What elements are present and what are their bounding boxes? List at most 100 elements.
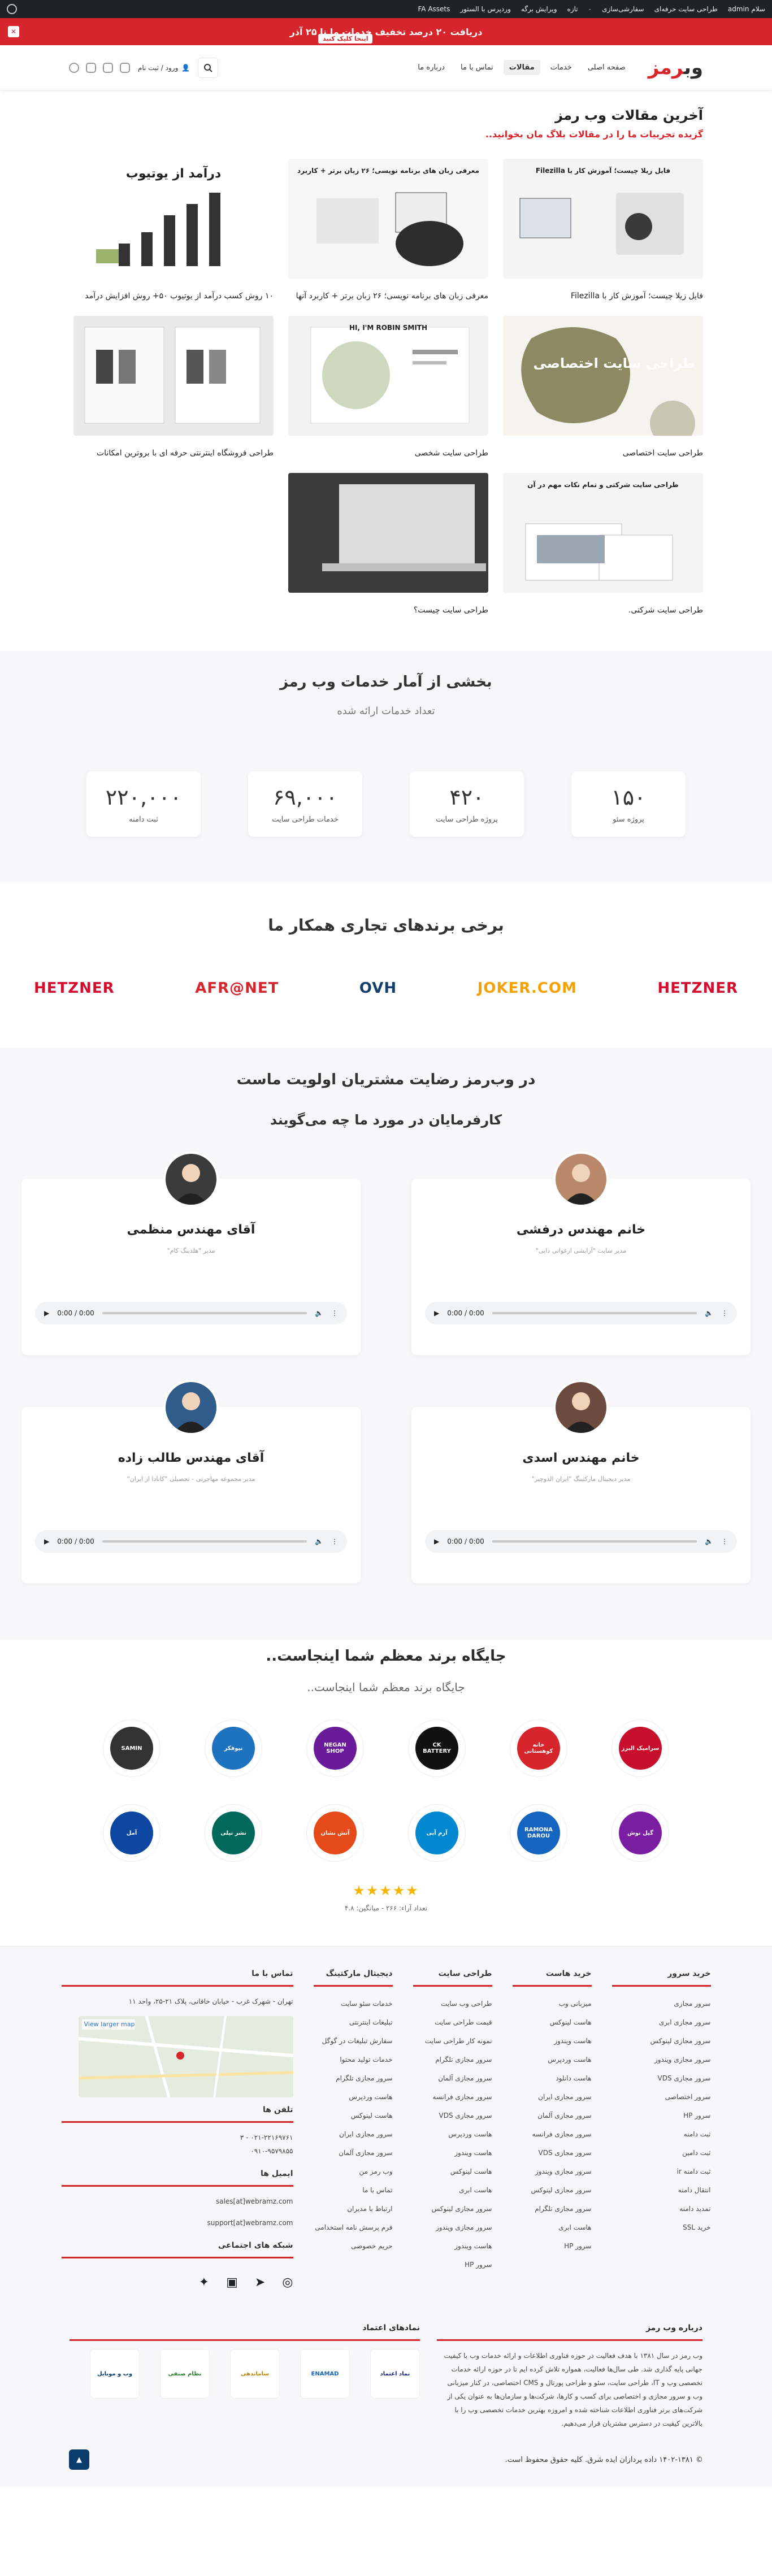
footer-link[interactable]: سرور مجازی ابری xyxy=(612,2013,711,2032)
footer-link[interactable]: هاست ویندوز xyxy=(513,2032,591,2051)
footer-link[interactable]: سرور مجازی فرانسه xyxy=(513,2125,591,2144)
footer-link[interactable]: سفارش تبلیغات در گوگل xyxy=(314,2032,393,2051)
footer-link[interactable]: سرور HP xyxy=(413,2256,492,2274)
article-card[interactable]: HI, I'M ROBIN SMITH طراحی سایت شخصی xyxy=(288,315,488,461)
article-thumbnail[interactable]: درآمد از یوتیوب xyxy=(73,159,274,279)
client-logo[interactable]: خانه کوهستانی xyxy=(510,1720,567,1776)
client-logo[interactable]: NEGAN SHOP xyxy=(307,1720,363,1776)
audio-progress-bar[interactable] xyxy=(102,1540,307,1543)
footer-link[interactable]: هاست وردپرس xyxy=(513,2051,591,2069)
brand-logo[interactable]: HETZNER xyxy=(34,980,115,997)
footer-link[interactable]: هاست لینوکس xyxy=(314,2106,393,2125)
footer-link[interactable]: تماس با ما xyxy=(314,2181,392,2200)
article-title[interactable]: طراحی فروشگاه اینترنتی حرفه ای با بروتری… xyxy=(73,447,274,461)
footer-link[interactable]: خرید SSL xyxy=(612,2218,710,2237)
footer-link[interactable]: سرور اختصاصی xyxy=(612,2088,711,2106)
article-thumbnail[interactable]: طراحی سایت اختصاصی xyxy=(503,315,703,436)
client-logo[interactable]: آرم آبی xyxy=(409,1805,465,1861)
brand-logo[interactable]: HETZNER xyxy=(657,980,738,997)
audio-progress-bar[interactable] xyxy=(492,1312,697,1315)
article-title[interactable]: معرفی زبان های برنامه نویسی؛ ۲۶ زبان برت… xyxy=(288,290,488,303)
play-icon[interactable]: ▶ xyxy=(44,1537,49,1545)
footer-link[interactable]: میزبانی وب xyxy=(513,1995,592,2013)
instagram-icon[interactable]: ◎ xyxy=(282,2275,293,2290)
article-card[interactable]: معرفی زبان های برنامه نویسی؛ ۲۶ زبان برت… xyxy=(288,159,488,303)
scroll-top-button[interactable]: ▲ xyxy=(69,2449,89,2470)
footer-link[interactable]: فرم پرسش نامه استخدامی xyxy=(314,2218,392,2237)
email-1[interactable]: sales[at]webramz.com xyxy=(62,2195,293,2208)
footer-link[interactable]: سرور مجازی ویندوز xyxy=(513,2162,592,2181)
footer-link[interactable]: قیمت طراحی سایت xyxy=(413,2013,492,2032)
footer-link[interactable]: سرور مجازی ایران xyxy=(513,2088,591,2106)
brand-logo[interactable]: AFR@NET xyxy=(195,980,279,997)
footer-link[interactable]: تمدید دامنه xyxy=(612,2200,710,2218)
email-2[interactable]: support[at]webramz.com xyxy=(62,2216,293,2230)
article-card[interactable]: طراحی سایت شرکتی و تمام نکات مهم در آن طر… xyxy=(503,472,703,618)
client-logo[interactable]: SAMIN xyxy=(103,1720,160,1776)
admin-bar-item[interactable]: وردپرس با الستور xyxy=(460,5,510,13)
client-logo[interactable]: آتش نشان xyxy=(307,1805,363,1861)
more-options-icon[interactable]: ⋮ xyxy=(721,1537,728,1545)
linkedin-icon[interactable]: ▣ xyxy=(226,2275,238,2290)
client-logo[interactable]: نشر نیلی xyxy=(205,1805,262,1861)
brand-logo[interactable]: OVH xyxy=(359,980,397,997)
article-title[interactable]: ۱۰ روش کسب درآمد از یوتیوب ۵۰+ روش افزای… xyxy=(73,290,274,303)
footer-link[interactable]: هاست لینوکس xyxy=(413,2162,492,2181)
article-thumbnail[interactable]: فایل زیلا چیست؛ آموزش کار با Filezilla xyxy=(503,159,703,279)
admin-bar-item[interactable]: طراحی سایت حرفه‌ای xyxy=(654,5,718,13)
whatsapp-icon[interactable] xyxy=(69,62,79,73)
article-card[interactable]: طراحی فروشگاه اینترنتی حرفه ای با بروتری… xyxy=(73,315,274,461)
play-icon[interactable]: ▶ xyxy=(44,1309,49,1317)
instagram-icon[interactable] xyxy=(120,62,130,73)
login-link[interactable]: 👤 ورود / ثبت نام xyxy=(138,64,190,72)
footer-link[interactable]: سرور مجازی لینوکس xyxy=(413,2200,492,2218)
more-options-icon[interactable]: ⋮ xyxy=(721,1309,728,1317)
audio-player[interactable]: ▶ 0:00 / 0:00 🔈 ⋮ xyxy=(35,1530,347,1553)
audio-progress-bar[interactable] xyxy=(102,1312,307,1315)
brand-logo[interactable]: JOKER.COM xyxy=(478,980,577,997)
close-icon[interactable]: ✕ xyxy=(8,26,19,37)
trust-badge[interactable]: نظام صنفی xyxy=(160,2349,210,2399)
footer-link[interactable]: سرور مجازی VDS xyxy=(413,2106,492,2125)
trust-badge[interactable]: نماد اعتماد xyxy=(370,2349,420,2399)
admin-bar-item[interactable]: ویرایش برگه xyxy=(521,5,557,13)
volume-icon[interactable]: 🔈 xyxy=(315,1309,323,1317)
article-title[interactable]: طراحی سایت اختصاصی xyxy=(503,447,703,461)
footer-link[interactable]: سرور مجازی ویندوز xyxy=(413,2218,492,2237)
search-button[interactable] xyxy=(198,57,219,78)
trust-badge[interactable]: ساماندهی xyxy=(230,2349,280,2399)
footer-link[interactable]: نمونه کار طراحی سایت xyxy=(413,2032,492,2051)
article-card[interactable]: درآمد از یوتیوب ۱۰ روش کسب درآمد از یوتیو… xyxy=(73,159,274,303)
site-logo[interactable]: وبرمز xyxy=(648,57,704,79)
article-thumbnail[interactable]: معرفی زبان های برنامه نویسی؛ ۲۶ زبان برت… xyxy=(288,159,488,279)
more-options-icon[interactable]: ⋮ xyxy=(331,1537,338,1545)
footer-link[interactable]: خدمات تولید محتوا xyxy=(314,2051,392,2069)
article-title[interactable]: طراحی سایت شخصی xyxy=(288,447,488,461)
volume-icon[interactable]: 🔈 xyxy=(705,1537,713,1545)
rating-stars[interactable]: ★★★★★ xyxy=(0,1883,772,1899)
client-logo[interactable]: RAMONA DAROU xyxy=(510,1805,567,1861)
footer-link[interactable]: هاست ویندوز xyxy=(413,2144,492,2162)
phone-1[interactable]: ۰۲۱-۲۲۱۶۹۷۶۱ - ۳ xyxy=(62,2131,293,2144)
footer-link[interactable]: سرور HP xyxy=(513,2237,591,2256)
footer-link[interactable]: سرور مجازی لینوکس xyxy=(513,2181,591,2200)
footer-link[interactable]: ثبت دامنه xyxy=(612,2125,711,2144)
phone-2[interactable]: ۰۹۱۰-۹۵۷۹۸۵۵ xyxy=(62,2144,293,2158)
map-link[interactable]: View larger map xyxy=(84,2021,135,2028)
article-title[interactable]: طراحی سایت شرکتی. xyxy=(503,604,703,618)
client-logo[interactable]: سرامیک البرز xyxy=(612,1720,669,1776)
footer-link[interactable]: سرور HP xyxy=(612,2106,710,2125)
audio-player[interactable]: ▶ 0:00 / 0:00 🔈 ⋮ xyxy=(425,1302,737,1325)
footer-link[interactable]: سرور مجازی آلمان xyxy=(513,2106,591,2125)
footer-link[interactable]: ثبت دامنه ir xyxy=(612,2162,711,2181)
admin-bar-item[interactable]: FA Assets xyxy=(418,5,450,13)
article-thumbnail[interactable]: HI, I'M ROBIN SMITH xyxy=(288,315,488,436)
nav-item[interactable]: درباره ما xyxy=(412,60,450,75)
client-logo[interactable]: نیوفکر xyxy=(205,1720,262,1776)
footer-link[interactable]: سرور مجازی تلگرام xyxy=(314,2069,392,2088)
article-card[interactable]: فایل زیلا چیست؛ آموزش کار با Filezilla فا… xyxy=(503,159,703,303)
footer-link[interactable]: هاست وردپرس xyxy=(413,2125,492,2144)
audio-player[interactable]: ▶ 0:00 / 0:00 🔈 ⋮ xyxy=(425,1530,737,1553)
article-card[interactable]: طراحی سایت چیست؟ xyxy=(288,472,488,618)
client-logo[interactable]: گیل نوش xyxy=(612,1805,669,1861)
